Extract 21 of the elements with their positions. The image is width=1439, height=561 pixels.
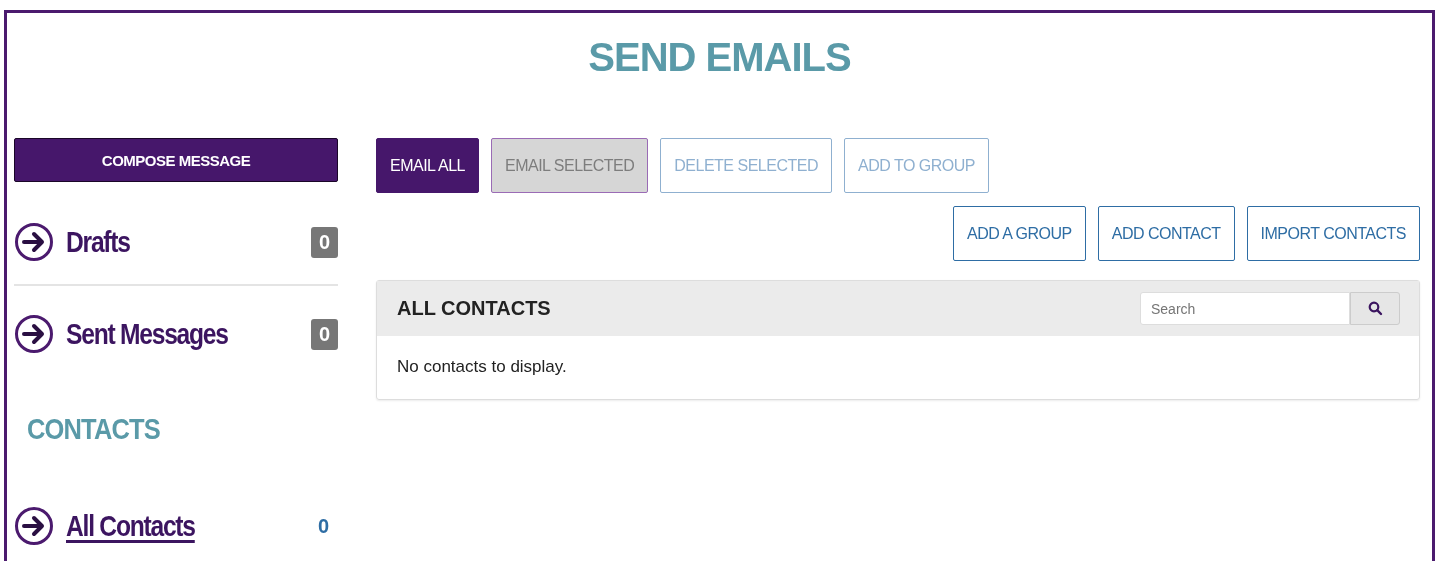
action-button[interactable]: ADD A GROUP: [952, 206, 1086, 261]
action-button[interactable]: IMPORT CONTACTS: [1246, 206, 1420, 261]
search-button[interactable]: [1350, 292, 1400, 325]
arrow-circle-icon: [14, 506, 54, 546]
panel-title: ALL CONTACTS: [397, 297, 552, 320]
arrow-circle-icon: [14, 222, 54, 262]
count-text: 0: [316, 513, 330, 539]
arrow-circle-icon: [14, 314, 54, 354]
empty-message: No contacts to display.: [396, 356, 568, 378]
count-badge: 0: [310, 318, 338, 350]
nav-link[interactable]: Drafts: [66, 225, 130, 259]
nav-link[interactable]: Sent Messages: [66, 317, 228, 351]
section-heading: CONTACTS: [27, 412, 160, 446]
action-button[interactable]: ADD CONTACT: [1097, 206, 1235, 261]
search-field[interactable]: Search: [1140, 292, 1350, 325]
search-icon: [1367, 301, 1383, 316]
page-title: SEND EMAILS: [587, 35, 852, 81]
action-button[interactable]: EMAIL ALL: [376, 138, 479, 193]
count-badge: 0: [310, 226, 338, 258]
nav-link[interactable]: All Contacts: [66, 509, 195, 543]
compose-button[interactable]: COMPOSE MESSAGE: [14, 138, 338, 182]
